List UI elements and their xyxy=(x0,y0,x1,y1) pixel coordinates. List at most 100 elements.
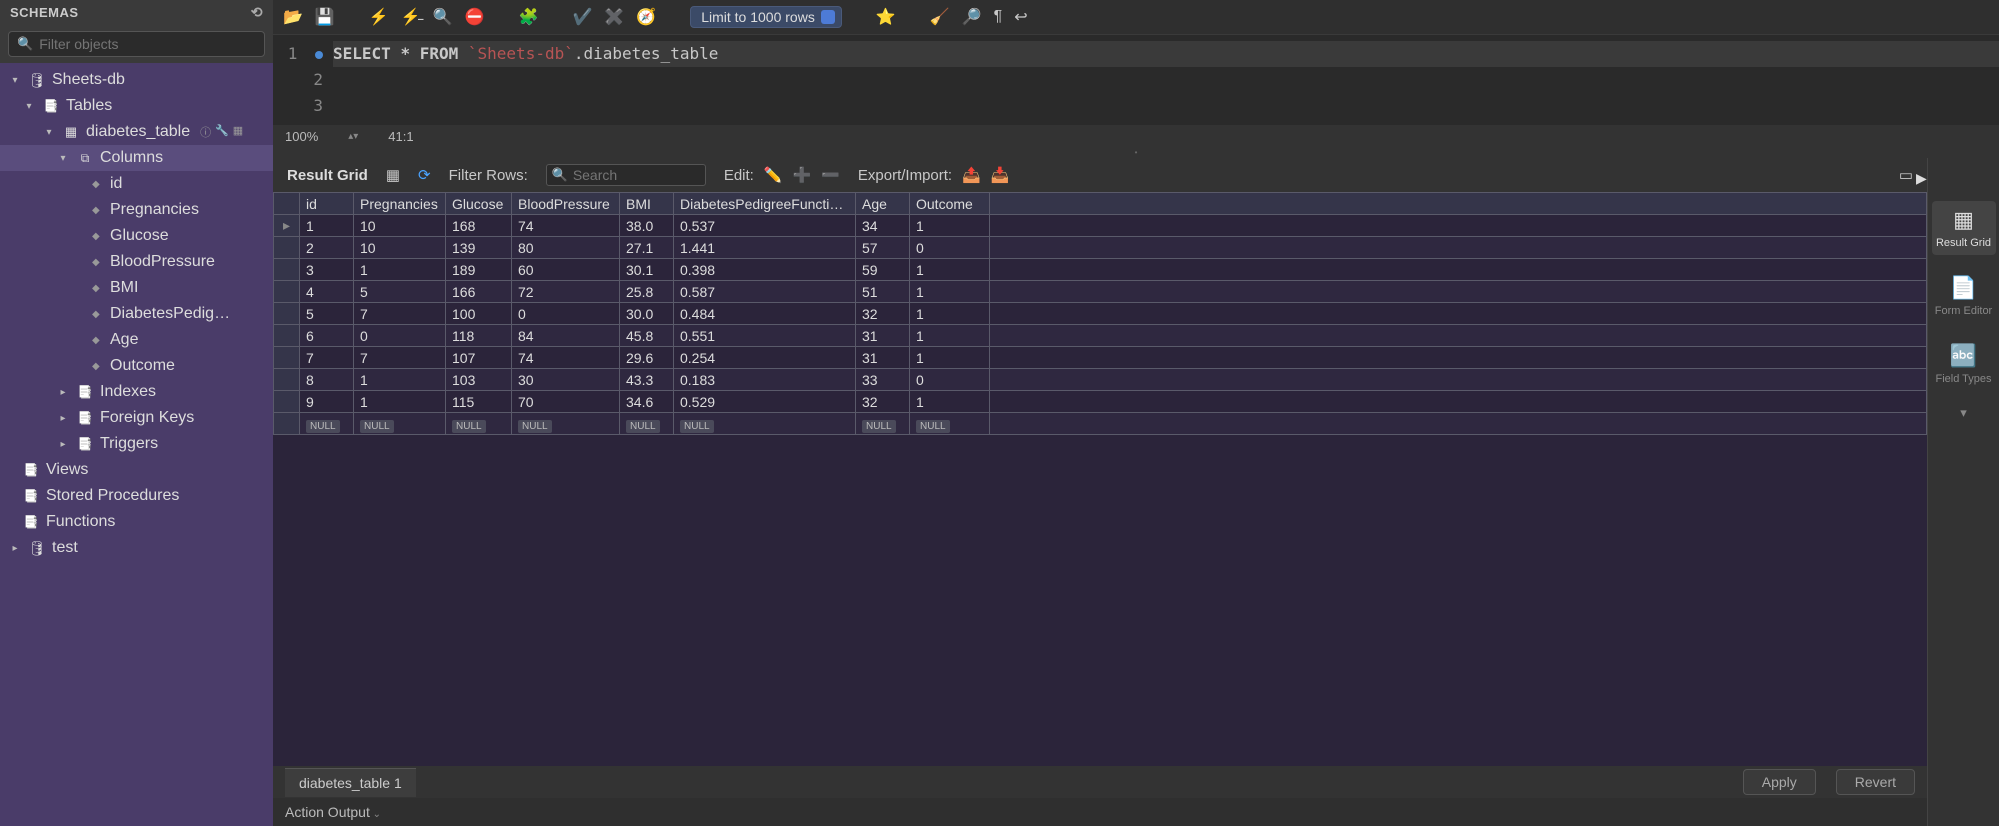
expand-dock-icon[interactable]: ▶ xyxy=(1916,170,1927,187)
cell[interactable]: 59 xyxy=(856,259,910,281)
cell[interactable]: 5 xyxy=(354,281,446,303)
grid-icon[interactable]: ▦ xyxy=(233,124,243,140)
table-row[interactable]: 911157034.60.529321 xyxy=(274,391,1927,413)
row-selector-header[interactable] xyxy=(274,193,300,215)
col-header-age[interactable]: Age xyxy=(856,193,910,215)
cell[interactable]: 72 xyxy=(512,281,620,303)
show-invisible-icon[interactable]: ¶ xyxy=(994,8,1003,26)
execute-icon[interactable]: ⚡ xyxy=(369,7,389,27)
tree-columns[interactable]: ▾ Columns xyxy=(0,145,273,171)
cell[interactable]: 30.0 xyxy=(620,303,674,325)
cell[interactable]: 34.6 xyxy=(620,391,674,413)
tree-triggers[interactable]: ▸Triggers xyxy=(0,431,273,457)
filter-rows-input[interactable] xyxy=(546,164,706,186)
action-output-select[interactable]: Action Output xyxy=(285,804,381,820)
row-selector[interactable] xyxy=(274,391,300,413)
tree-column-bloodpressure[interactable]: ◆BloodPressure xyxy=(0,249,273,275)
cell[interactable]: 1 xyxy=(910,215,990,237)
row-selector[interactable] xyxy=(274,303,300,325)
delete-row-icon[interactable]: ➖ xyxy=(821,166,840,184)
edit-row-icon[interactable]: ✏️ xyxy=(764,166,783,184)
apply-button[interactable]: Apply xyxy=(1743,769,1816,795)
cell-null[interactable]: NULL xyxy=(354,413,446,435)
col-header-bmi[interactable]: BMI xyxy=(620,193,674,215)
table-row[interactable]: 771077429.60.254311 xyxy=(274,347,1927,369)
col-header-id[interactable]: id xyxy=(300,193,354,215)
cell[interactable]: 1 xyxy=(910,347,990,369)
chevron-right-icon[interactable]: ▸ xyxy=(56,439,70,450)
cell[interactable]: 30.1 xyxy=(620,259,674,281)
cell[interactable]: 10 xyxy=(354,237,446,259)
cell[interactable]: 9 xyxy=(300,391,354,413)
cell[interactable]: 1 xyxy=(354,259,446,281)
row-limit-select[interactable]: Limit to 1000 rows xyxy=(690,6,842,28)
commit-icon[interactable]: ✔️ xyxy=(572,7,592,27)
col-header-outcome[interactable]: Outcome xyxy=(910,193,990,215)
cell[interactable]: 5 xyxy=(300,303,354,325)
find-icon[interactable]: 🔎 xyxy=(962,7,982,27)
cell[interactable]: 1 xyxy=(354,391,446,413)
chevron-down-icon[interactable]: ▾ xyxy=(1960,405,1967,421)
zoom-stepper-icon[interactable]: ▴▾ xyxy=(348,131,358,142)
cell[interactable]: 74 xyxy=(512,347,620,369)
cell[interactable]: 0 xyxy=(910,237,990,259)
cell[interactable]: 7 xyxy=(354,347,446,369)
stop-icon[interactable]: ⛔ xyxy=(465,7,485,27)
cell[interactable]: 25.8 xyxy=(620,281,674,303)
zoom-level[interactable]: 100% xyxy=(285,129,318,144)
cell[interactable]: 33 xyxy=(856,369,910,391)
tree-db-test[interactable]: ▸test xyxy=(0,535,273,561)
table-row[interactable]: 2101398027.11.441570 xyxy=(274,237,1927,259)
toggle-wrap-cell-icon[interactable]: ▭ xyxy=(1899,166,1913,184)
cell[interactable]: 4 xyxy=(300,281,354,303)
cell[interactable]: 32 xyxy=(856,303,910,325)
row-selector[interactable] xyxy=(274,413,300,435)
tree-table-diabetes[interactable]: ▾ diabetes_table ⓘ 🔧 ▦ xyxy=(0,119,273,145)
tree-tables[interactable]: ▾ Tables xyxy=(0,93,273,119)
tree-column-pregnancies[interactable]: ◆Pregnancies xyxy=(0,197,273,223)
cell[interactable]: 0.183 xyxy=(674,369,856,391)
cell[interactable]: 1 xyxy=(354,369,446,391)
table-row[interactable]: 601188445.80.551311 xyxy=(274,325,1927,347)
cell[interactable]: 1 xyxy=(910,391,990,413)
cell[interactable]: 1 xyxy=(300,215,354,237)
export-icon[interactable]: 📤 xyxy=(962,166,981,184)
cell[interactable]: 168 xyxy=(446,215,512,237)
split-handle[interactable]: • xyxy=(273,148,1999,158)
cell[interactable]: 0.529 xyxy=(674,391,856,413)
chevron-down-icon[interactable]: ▾ xyxy=(42,127,56,138)
tree-column-outcome[interactable]: ◆Outcome xyxy=(0,353,273,379)
cell[interactable]: 3 xyxy=(300,259,354,281)
revert-button[interactable]: Revert xyxy=(1836,769,1915,795)
result-grid[interactable]: id Pregnancies Glucose BloodPressure BMI… xyxy=(273,192,1927,435)
col-header-dpf[interactable]: DiabetesPedigreeFuncti… xyxy=(674,193,856,215)
tree-fks[interactable]: ▸Foreign Keys xyxy=(0,405,273,431)
tree-column-glucose[interactable]: ◆Glucose xyxy=(0,223,273,249)
sidebar-search-box[interactable]: 🔍 xyxy=(8,31,265,57)
tree-functions[interactable]: Functions xyxy=(0,509,273,535)
tree-db-sheets[interactable]: ▾ Sheets-db xyxy=(0,67,273,93)
cell[interactable]: 139 xyxy=(446,237,512,259)
cell[interactable]: 1 xyxy=(910,303,990,325)
cell[interactable]: 1 xyxy=(910,281,990,303)
chevron-down-icon[interactable]: ▾ xyxy=(56,153,70,164)
code-line-1[interactable]: SELECT * FROM `Sheets-db`.diabetes_table xyxy=(333,41,1999,67)
tree-column-bmi[interactable]: ◆BMI xyxy=(0,275,273,301)
cell-null[interactable]: NULL xyxy=(674,413,856,435)
cell[interactable]: 107 xyxy=(446,347,512,369)
import-icon[interactable]: 📥 xyxy=(991,166,1010,184)
cell-null[interactable]: NULL xyxy=(512,413,620,435)
cell-null[interactable]: NULL xyxy=(446,413,512,435)
cell[interactable]: 1 xyxy=(910,259,990,281)
cell[interactable]: 1.441 xyxy=(674,237,856,259)
cell[interactable]: 31 xyxy=(856,325,910,347)
cell[interactable]: 0 xyxy=(354,325,446,347)
row-selector[interactable] xyxy=(274,259,300,281)
open-file-icon[interactable]: 📂 xyxy=(283,7,303,27)
tree-column-age[interactable]: ◆Age xyxy=(0,327,273,353)
info-icon[interactable]: ⓘ xyxy=(200,124,211,140)
cell[interactable]: 74 xyxy=(512,215,620,237)
toggle-limit-icon[interactable]: 🧭 xyxy=(636,7,656,27)
cell-null[interactable]: NULL xyxy=(910,413,990,435)
chevron-right-icon[interactable]: ▸ xyxy=(8,543,22,554)
